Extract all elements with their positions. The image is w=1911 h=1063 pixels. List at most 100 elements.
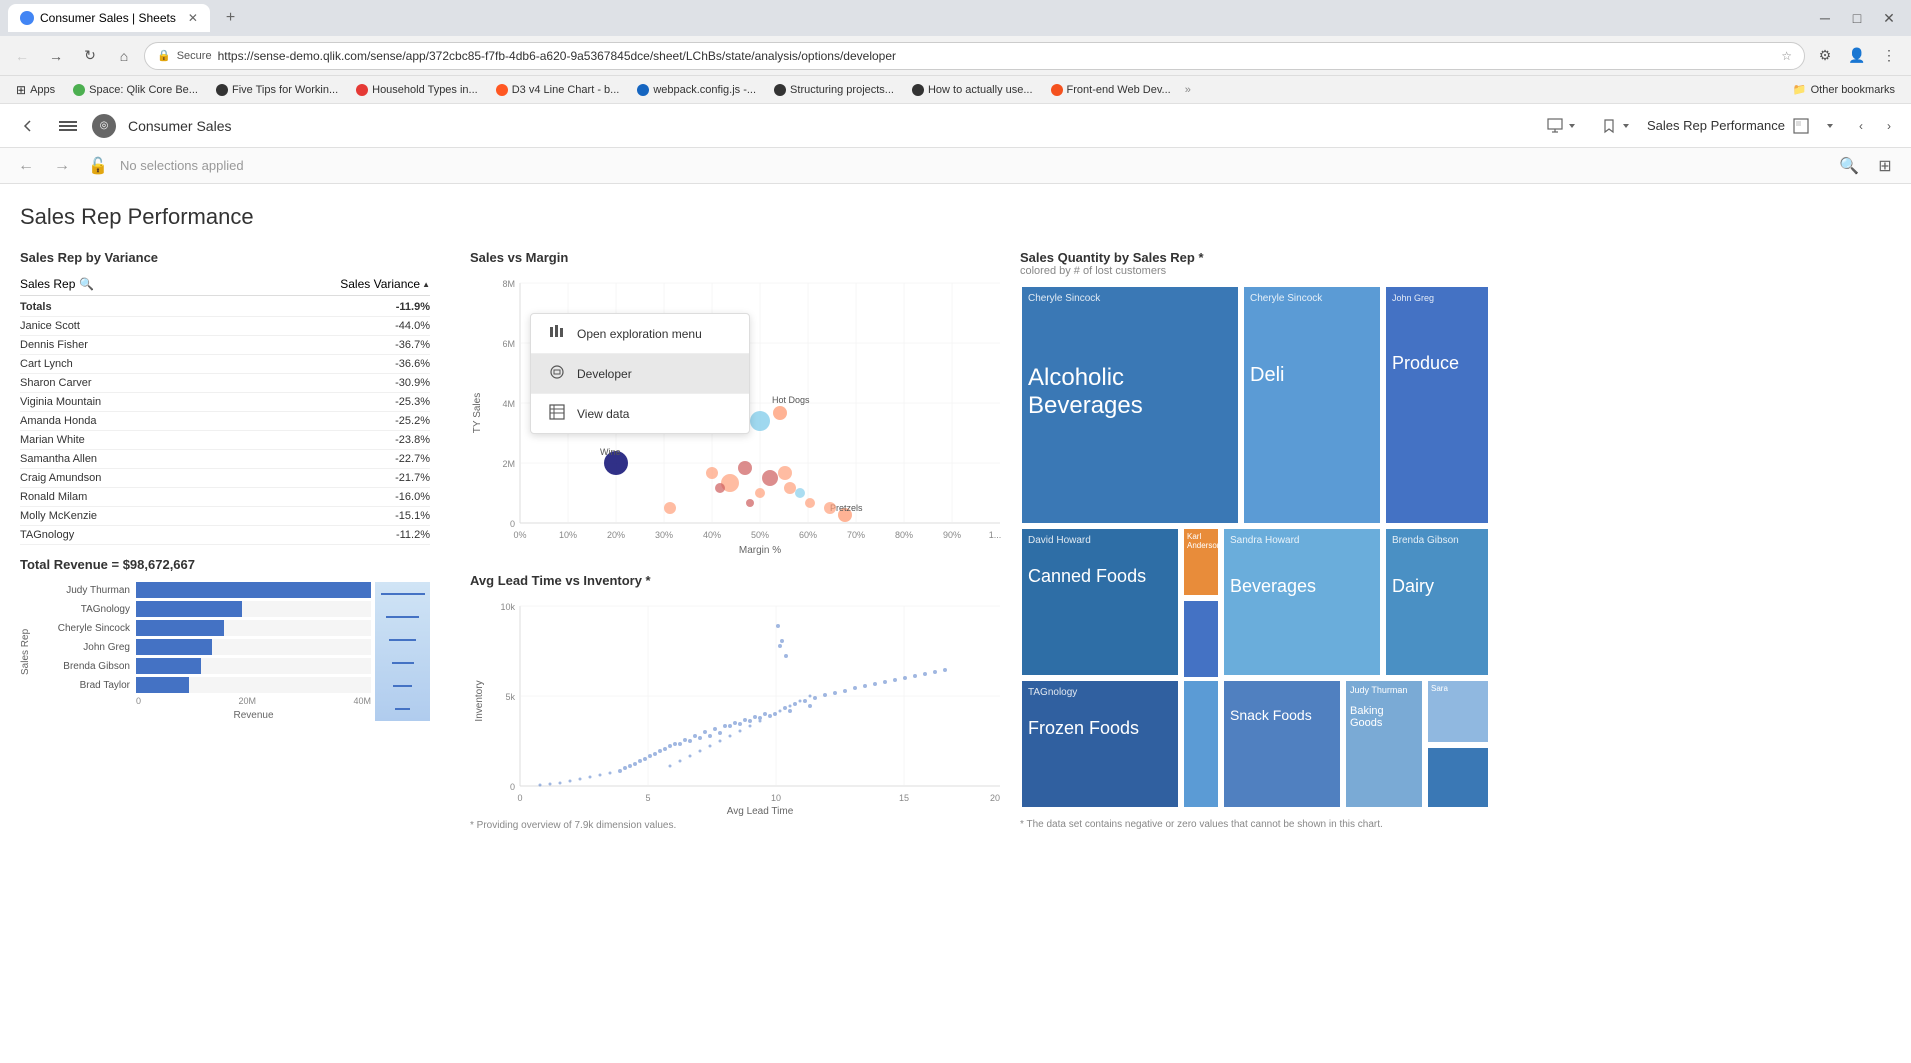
user-button[interactable]: 👤: [1843, 42, 1871, 70]
table-row[interactable]: Totals-11.9%: [20, 298, 430, 317]
table-row[interactable]: Marian White-23.8%: [20, 431, 430, 450]
other-bookmarks[interactable]: 📁 Other bookmarks: [1785, 81, 1903, 98]
sort-icon[interactable]: ▲: [422, 280, 430, 289]
bookmark-webpack[interactable]: webpack.config.js -...: [629, 82, 764, 98]
bar-chart-row[interactable]: Brenda Gibson: [36, 658, 371, 674]
bar-chart-row[interactable]: John Greg: [36, 639, 371, 655]
presentation-button[interactable]: [1539, 110, 1585, 142]
row-value: -36.6%: [395, 358, 430, 370]
new-tab-button[interactable]: +: [218, 7, 243, 29]
bookmark-d3[interactable]: D3 v4 Line Chart - b...: [488, 82, 628, 98]
row-name: Totals: [20, 301, 52, 313]
context-exploration-item[interactable]: Open exploration menu: [531, 314, 749, 353]
row-value: -44.0%: [395, 320, 430, 332]
treemap-dairy[interactable]: Brenda Gibson Dairy: [1384, 527, 1490, 677]
minimize-button[interactable]: ─: [1811, 4, 1839, 32]
table-row[interactable]: Craig Amundson-21.7%: [20, 469, 430, 488]
bookmark-howto[interactable]: How to actually use...: [904, 82, 1041, 98]
bookmark-frontend[interactable]: Front-end Web Dev...: [1043, 82, 1179, 98]
browser-nav: ← → ↻ ⌂ 🔒 Secure https://sense-demo.qlik…: [0, 36, 1911, 76]
app-back-button[interactable]: [12, 110, 44, 142]
karl-person: Karl Anderson: [1187, 532, 1215, 550]
context-viewdata-item[interactable]: View data: [531, 394, 749, 433]
app-menu-button[interactable]: [52, 110, 84, 142]
main-content: Sales Rep Performance Sales Rep by Varia…: [0, 184, 1911, 1063]
next-sheet-button[interactable]: ›: [1879, 110, 1899, 142]
treemap-karl[interactable]: Karl Anderson: [1182, 527, 1220, 597]
table-row[interactable]: Viginia Mountain-25.3%: [20, 393, 430, 412]
grid-button[interactable]: ⊞: [1871, 152, 1899, 180]
bar-chart-row[interactable]: Cheryle Sincock: [36, 620, 371, 636]
bar-chart-rows: Judy Thurman TAGnology Cheryle Sincock J…: [36, 582, 371, 693]
bookmark-household[interactable]: Household Types in...: [348, 82, 486, 98]
search-button[interactable]: 🔍: [1835, 152, 1863, 180]
reload-button[interactable]: ↻: [76, 42, 104, 70]
treemap-sara[interactable]: Sara: [1426, 679, 1490, 744]
table-row[interactable]: Samantha Allen-22.7%: [20, 450, 430, 469]
row-value: -25.2%: [395, 415, 430, 427]
treemap-sm2[interactable]: [1182, 679, 1220, 809]
address-bar[interactable]: 🔒 Secure https://sense-demo.qlik.com/sen…: [144, 42, 1805, 70]
treemap-sm3[interactable]: [1426, 746, 1490, 809]
treemap-sm1[interactable]: [1182, 599, 1220, 679]
bookmark-frontend-label: Front-end Web Dev...: [1067, 84, 1171, 96]
browser-title-bar: Consumer Sales | Sheets ✕ + ─ □ ✕: [0, 0, 1911, 36]
treemap-baking[interactable]: Judy Thurman Baking Goods: [1344, 679, 1424, 809]
prev-sheet-button[interactable]: ‹: [1851, 110, 1871, 142]
bookmark-button[interactable]: [1593, 110, 1639, 142]
table-row[interactable]: Cart Lynch-36.6%: [20, 355, 430, 374]
table-row[interactable]: Ronald Milam-16.0%: [20, 488, 430, 507]
bookmark-star-icon[interactable]: ☆: [1781, 49, 1792, 63]
col1-search-icon[interactable]: 🔍: [79, 277, 94, 291]
svg-text:5: 5: [645, 793, 650, 803]
snack-category: Snack Foods: [1230, 707, 1334, 723]
table-row[interactable]: Janice Scott-44.0%: [20, 317, 430, 336]
svg-text:6M: 6M: [502, 339, 515, 349]
back-button[interactable]: ←: [8, 42, 36, 70]
sel-lock-button[interactable]: 🔓: [84, 152, 112, 180]
bookmark-fivetips[interactable]: Five Tips for Workin...: [208, 82, 346, 98]
close-button[interactable]: ✕: [1875, 4, 1903, 32]
deli-person: Cheryle Sincock: [1250, 293, 1374, 304]
bev-category: Beverages: [1230, 576, 1374, 597]
sel-forward-button[interactable]: →: [48, 152, 76, 180]
tab-close-icon[interactable]: ✕: [188, 11, 198, 25]
context-developer-item[interactable]: Developer: [531, 354, 749, 393]
treemap-snack[interactable]: Snack Foods: [1222, 679, 1342, 809]
browser-tab[interactable]: Consumer Sales | Sheets ✕: [8, 4, 210, 32]
extensions-button[interactable]: ⚙: [1811, 42, 1839, 70]
bookmark-structuring[interactable]: Structuring projects...: [766, 82, 902, 98]
treemap-frozen[interactable]: TAGnology Frozen Foods: [1020, 679, 1180, 809]
bar-chart-row[interactable]: Brad Taylor: [36, 677, 371, 693]
treemap-deli[interactable]: Cheryle Sincock Deli: [1242, 285, 1382, 525]
treemap-canned[interactable]: David Howard Canned Foods: [1020, 527, 1180, 677]
table-row[interactable]: Molly McKenzie-15.1%: [20, 507, 430, 526]
table-row[interactable]: Sharon Carver-30.9%: [20, 374, 430, 393]
menu-button[interactable]: ⋮: [1875, 42, 1903, 70]
treemap-bev[interactable]: Sandra Howard Beverages: [1222, 527, 1382, 677]
treemap-produce[interactable]: John Greg Produce: [1384, 285, 1490, 525]
frozen-category: Frozen Foods: [1028, 718, 1172, 739]
home-button[interactable]: ⌂: [110, 42, 138, 70]
bar-label: John Greg: [36, 642, 136, 653]
mini-scatter-bar4: [392, 662, 414, 664]
sel-back-button[interactable]: ←: [12, 152, 40, 180]
bookmark-icon: [1601, 118, 1617, 134]
table-row[interactable]: Dennis Fisher-36.7%: [20, 336, 430, 355]
dairy-person: Brenda Gibson: [1392, 535, 1482, 546]
sheet-dropdown-button[interactable]: [1817, 110, 1843, 142]
bookmarks-more-icon[interactable]: »: [1185, 84, 1191, 96]
table-row[interactable]: Amanda Honda-25.2%: [20, 412, 430, 431]
maximize-button[interactable]: □: [1843, 4, 1871, 32]
presentation-dropdown-icon: [1567, 121, 1577, 131]
canned-category: Canned Foods: [1028, 566, 1172, 587]
axis-0: 0: [136, 696, 141, 706]
bookmark-apps[interactable]: ⊞ Apps: [8, 81, 63, 99]
bar-chart-row[interactable]: Judy Thurman: [36, 582, 371, 598]
bar-chart-row[interactable]: TAGnology: [36, 601, 371, 617]
table-row[interactable]: TAGnology-11.2%: [20, 526, 430, 545]
forward-button[interactable]: →: [42, 42, 70, 70]
row-name: Ronald Milam: [20, 491, 87, 503]
treemap-alc-bev[interactable]: Cheryle Sincock Alcoholic Beverages: [1020, 285, 1240, 525]
bookmark-qlik[interactable]: Space: Qlik Core Be...: [65, 82, 206, 98]
